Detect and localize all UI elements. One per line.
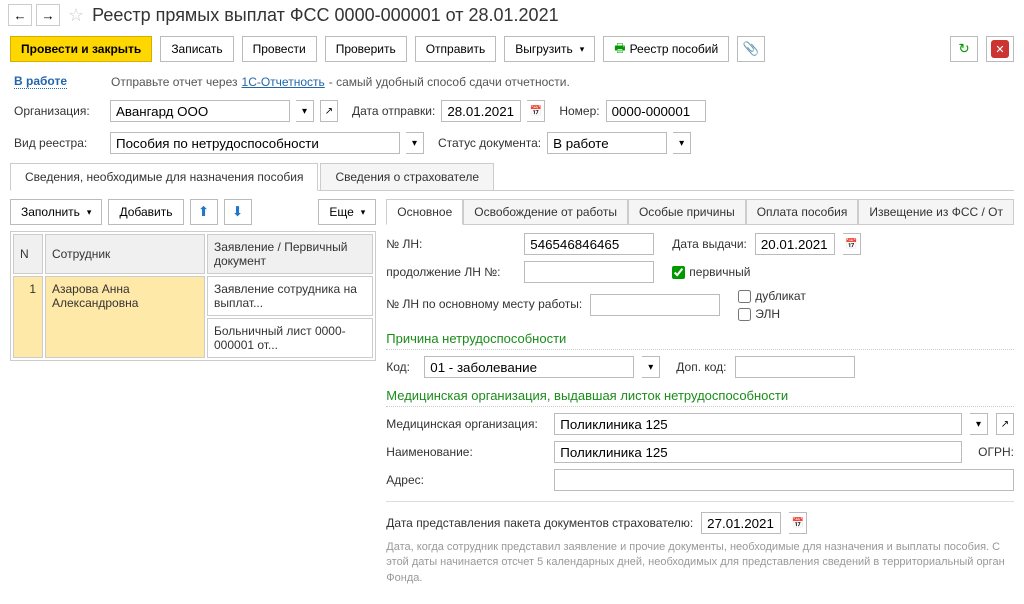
addr-label: Адрес: xyxy=(386,473,546,487)
table-row[interactable]: 1 Азарова Анна Александровна Заявление с… xyxy=(13,276,373,316)
send-button[interactable]: Отправить xyxy=(415,36,497,62)
med-header: Медицинская организация, выдавшая листок… xyxy=(386,388,1014,407)
med-org-dropdown-icon[interactable]: ▾ xyxy=(970,413,988,435)
ogrn-label: ОГРН: xyxy=(978,445,1014,459)
add-code-label: Доп. код: xyxy=(676,360,726,374)
ln-main-label: № ЛН по основному месту работы: xyxy=(386,297,582,313)
tab-details[interactable]: Сведения, необходимые для назначения пос… xyxy=(10,163,318,191)
number-input[interactable] xyxy=(606,100,706,122)
check-button[interactable]: Проверить xyxy=(325,36,407,62)
col-doc[interactable]: Заявление / Первичный документ xyxy=(207,234,373,274)
cont-ln-input[interactable] xyxy=(524,261,654,283)
kind-dropdown-icon[interactable]: ▾ xyxy=(406,132,424,154)
calendar-icon[interactable]: 📅 xyxy=(789,512,807,534)
doc-status-input[interactable] xyxy=(547,132,667,154)
ln-label: № ЛН: xyxy=(386,237,516,251)
more-button[interactable]: Еще xyxy=(318,199,376,225)
write-button[interactable]: Записать xyxy=(160,36,233,62)
issue-date-input[interactable] xyxy=(755,233,835,255)
cell-doc1: Заявление сотрудника на выплат... xyxy=(207,276,373,316)
add-button[interactable]: Добавить xyxy=(108,199,183,225)
eln-checkbox[interactable]: ЭЛН xyxy=(738,307,806,321)
post-button[interactable]: Провести xyxy=(242,36,317,62)
reason-header: Причина нетрудоспособности xyxy=(386,331,1014,350)
back-button[interactable]: ← xyxy=(8,4,32,26)
page-title: Реестр прямых выплат ФСС 0000-000001 от … xyxy=(92,5,558,26)
star-icon[interactable]: ☆ xyxy=(68,5,84,26)
cell-n: 1 xyxy=(13,276,43,358)
subtab-notice[interactable]: Извещение из ФСС / От xyxy=(858,199,1014,224)
kind-label: Вид реестра: xyxy=(14,136,104,150)
subtab-special[interactable]: Особые причины xyxy=(628,199,746,224)
name-input[interactable] xyxy=(554,441,962,463)
reestr-button[interactable]: 🖶 Реестр пособий xyxy=(603,36,729,62)
doc-status-dropdown-icon[interactable]: ▾ xyxy=(673,132,691,154)
col-n[interactable]: N xyxy=(13,234,43,274)
med-org-open-icon[interactable]: ↗ xyxy=(996,413,1014,435)
med-org-input[interactable] xyxy=(554,413,962,435)
eln-label: ЭЛН xyxy=(755,307,780,321)
col-employee[interactable]: Сотрудник xyxy=(45,234,205,274)
date-send-label: Дата отправки: xyxy=(352,104,435,118)
primary-label: первичный xyxy=(689,265,750,279)
subtab-payment[interactable]: Оплата пособия xyxy=(746,199,859,224)
subtab-release[interactable]: Освобождение от работы xyxy=(463,199,628,224)
org-input[interactable] xyxy=(110,100,290,122)
org-dropdown-icon[interactable]: ▾ xyxy=(296,100,314,122)
attach-icon[interactable]: 📎 xyxy=(737,36,765,62)
calendar-icon[interactable]: 📅 xyxy=(843,233,861,255)
org-open-icon[interactable]: ↗ xyxy=(320,100,338,122)
forward-button[interactable]: → xyxy=(36,4,60,26)
issue-date-label: Дата выдачи: xyxy=(672,237,747,251)
name-label: Наименование: xyxy=(386,445,546,459)
subtab-main[interactable]: Основное xyxy=(386,199,463,225)
ln-main-input[interactable] xyxy=(590,294,720,316)
date-send-input[interactable] xyxy=(441,100,521,122)
export-button[interactable]: Выгрузить xyxy=(504,36,595,62)
add-code-input[interactable] xyxy=(735,356,855,378)
med-org-label: Медицинская организация: xyxy=(386,417,546,431)
cell-employee: Азарова Анна Александровна xyxy=(45,276,205,358)
pack-date-label: Дата представления пакета документов стр… xyxy=(386,516,693,530)
number-label: Номер: xyxy=(559,104,599,118)
code-label: Код: xyxy=(386,360,416,374)
duplicate-label: дубликат xyxy=(755,289,806,303)
calendar-icon[interactable]: 📅 xyxy=(527,100,545,122)
addr-input[interactable] xyxy=(554,469,1014,491)
code-input[interactable] xyxy=(424,356,634,378)
duplicate-checkbox[interactable]: дубликат xyxy=(738,289,806,303)
save-close-button[interactable]: Провести и закрыть xyxy=(10,36,152,62)
ln-input[interactable] xyxy=(524,233,654,255)
reporting-link[interactable]: 1С-Отчетность xyxy=(242,75,325,89)
fill-button[interactable]: Заполнить xyxy=(10,199,102,225)
kind-input[interactable] xyxy=(110,132,400,154)
pack-date-input[interactable] xyxy=(701,512,781,534)
move-up-icon[interactable]: ⬆ xyxy=(190,199,218,225)
org-label: Организация: xyxy=(14,104,104,118)
close-icon[interactable]: ✕ xyxy=(986,36,1014,62)
code-dropdown-icon[interactable]: ▾ xyxy=(642,356,660,378)
info-suffix: - самый удобный способ сдачи отчетности. xyxy=(329,75,570,89)
move-down-icon[interactable]: ⬇ xyxy=(224,199,252,225)
tab-insurer[interactable]: Сведения о страхователе xyxy=(320,163,494,190)
employee-table: N Сотрудник Заявление / Первичный докуме… xyxy=(10,231,376,361)
reestr-label: Реестр пособий xyxy=(630,42,719,56)
doc-status-label: Статус документа: xyxy=(438,136,541,150)
refresh-icon[interactable]: ↻ xyxy=(950,36,978,62)
primary-checkbox[interactable]: первичный xyxy=(672,265,750,279)
status-link[interactable]: В работе xyxy=(14,74,67,89)
info-prefix: Отправьте отчет через xyxy=(111,75,238,89)
note-text: Дата, когда сотрудник представил заявлен… xyxy=(386,540,1014,586)
cell-doc2: Больничный лист 0000-000001 от... xyxy=(207,318,373,358)
cont-ln-label: продолжение ЛН №: xyxy=(386,265,516,279)
